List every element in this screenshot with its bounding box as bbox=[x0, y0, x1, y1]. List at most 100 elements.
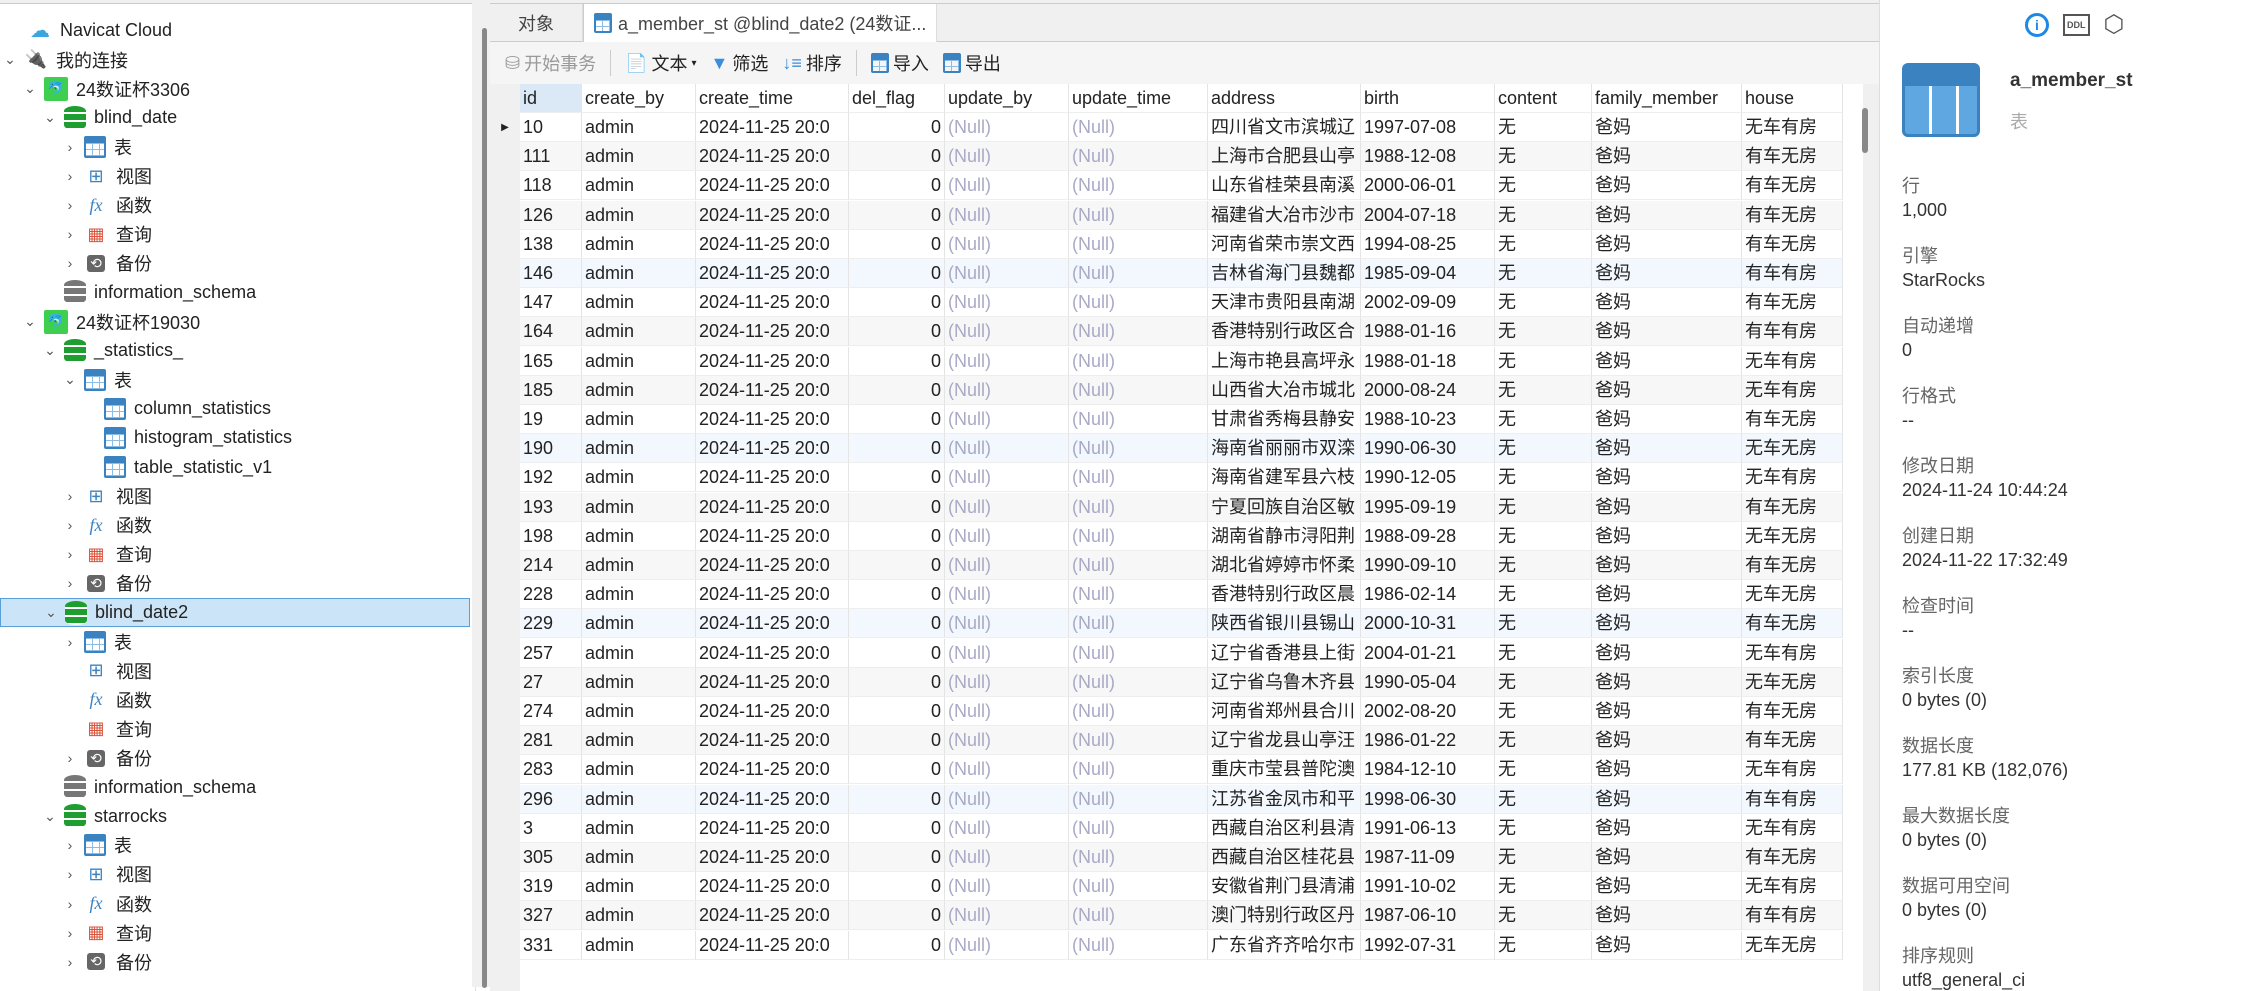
cell-family-member[interactable]: 爸妈 bbox=[1592, 726, 1742, 756]
cell-birth[interactable]: 1990-12-05 bbox=[1361, 463, 1495, 493]
cell-del-flag[interactable]: 0 bbox=[849, 317, 945, 347]
cell-family-member[interactable]: 爸妈 bbox=[1592, 200, 1742, 230]
cell-del-flag[interactable]: 0 bbox=[849, 609, 945, 639]
chevron-down-icon[interactable]: ⌄ bbox=[40, 808, 60, 825]
chevron-right-icon[interactable]: › bbox=[60, 575, 80, 591]
cell-family-member[interactable]: 爸妈 bbox=[1592, 638, 1742, 668]
cell-update-by[interactable]: (Null) bbox=[945, 288, 1069, 318]
cell-address[interactable]: 湖北省婷婷市怀柔 bbox=[1208, 551, 1361, 580]
cell-family-member[interactable]: 爸妈 bbox=[1592, 930, 1742, 960]
cell-update-by[interactable]: (Null) bbox=[945, 434, 1069, 464]
chevron-right-icon[interactable]: › bbox=[60, 255, 80, 271]
cell-del-flag[interactable]: 0 bbox=[849, 142, 945, 172]
cell-id[interactable]: 27 bbox=[520, 667, 582, 697]
cell-address[interactable]: 海南省建军县六枝 bbox=[1208, 463, 1361, 493]
cell-address[interactable]: 吉林省海门县魏都 bbox=[1208, 259, 1361, 288]
chevron-right-icon[interactable]: › bbox=[60, 546, 80, 562]
cell-address[interactable]: 四川省文市滨城辽 bbox=[1208, 113, 1361, 142]
sidebar-scrollbar-thumb[interactable] bbox=[482, 28, 487, 988]
cell-create-by[interactable]: admin bbox=[582, 434, 696, 464]
table-row[interactable]: 214 admin 2024-11-25 20:0 0 (Null) (Null) 湖北省婷… bbox=[520, 551, 1843, 580]
cell-create-by[interactable]: admin bbox=[582, 259, 696, 288]
begin-transaction-button[interactable]: ⛁ 开始事务 bbox=[505, 50, 596, 76]
cell-create-time[interactable]: 2024-11-25 20:0 bbox=[696, 171, 849, 201]
cell-update-by[interactable]: (Null) bbox=[945, 930, 1069, 960]
cell-del-flag[interactable]: 0 bbox=[849, 901, 945, 931]
cell-birth[interactable]: 1990-06-30 bbox=[1361, 434, 1495, 464]
tree-item-column-statistics[interactable]: column_statistics bbox=[0, 394, 470, 423]
cell-del-flag[interactable]: 0 bbox=[849, 200, 945, 230]
cell-update-time[interactable]: (Null) bbox=[1069, 521, 1208, 551]
ddl-icon[interactable]: DDL bbox=[2063, 13, 2090, 36]
tree-item-24-19030[interactable]: ⌄ 🐬 24数证杯19030 bbox=[0, 307, 470, 336]
cell-create-time[interactable]: 2024-11-25 20:0 bbox=[696, 434, 849, 464]
cell-update-by[interactable]: (Null) bbox=[945, 901, 1069, 931]
column-header-id[interactable]: id bbox=[520, 84, 582, 113]
cell-content[interactable]: 无 bbox=[1495, 405, 1592, 434]
cell-family-member[interactable]: 爸妈 bbox=[1592, 813, 1742, 843]
tree-item-[interactable]: › ▦ 查询 bbox=[0, 220, 470, 249]
cell-create-time[interactable]: 2024-11-25 20:0 bbox=[696, 843, 849, 872]
table-row[interactable]: 283 admin 2024-11-25 20:0 0 (Null) (Null) 重庆市莹… bbox=[520, 755, 1843, 785]
cell-update-time[interactable]: (Null) bbox=[1069, 405, 1208, 434]
cell-create-by[interactable]: admin bbox=[582, 638, 696, 668]
chevron-down-icon[interactable]: ⌄ bbox=[40, 109, 60, 126]
cell-birth[interactable]: 1994-08-25 bbox=[1361, 229, 1495, 259]
tree-item-[interactable]: › 表 bbox=[0, 627, 470, 656]
cell-update-by[interactable]: (Null) bbox=[945, 113, 1069, 142]
cell-update-time[interactable]: (Null) bbox=[1069, 434, 1208, 464]
cell-house[interactable]: 无车有房 bbox=[1742, 463, 1843, 493]
cell-create-time[interactable]: 2024-11-25 20:0 bbox=[696, 259, 849, 288]
cell-family-member[interactable]: 爸妈 bbox=[1592, 229, 1742, 259]
cell-update-time[interactable]: (Null) bbox=[1069, 463, 1208, 493]
cell-create-time[interactable]: 2024-11-25 20:0 bbox=[696, 872, 849, 902]
cell-birth[interactable]: 1990-09-10 bbox=[1361, 551, 1495, 580]
cell-update-by[interactable]: (Null) bbox=[945, 667, 1069, 697]
cell-update-time[interactable]: (Null) bbox=[1069, 843, 1208, 872]
tree-item-24-3306[interactable]: ⌄ 🐬 24数证杯3306 bbox=[0, 74, 470, 103]
cell-del-flag[interactable]: 0 bbox=[849, 259, 945, 288]
table-row[interactable]: 198 admin 2024-11-25 20:0 0 (Null) (Null) 湖南省静… bbox=[520, 521, 1843, 551]
cell-family-member[interactable]: 爸妈 bbox=[1592, 784, 1742, 814]
cell-del-flag[interactable]: 0 bbox=[849, 667, 945, 697]
table-row[interactable]: 19 admin 2024-11-25 20:0 0 (Null) (Null) 甘肃省秀梅… bbox=[520, 405, 1843, 434]
cell-content[interactable]: 无 bbox=[1495, 580, 1592, 610]
chevron-right-icon[interactable]: › bbox=[60, 139, 80, 155]
chevron-down-icon[interactable]: ⌄ bbox=[0, 51, 20, 68]
cell-family-member[interactable]: 爸妈 bbox=[1592, 521, 1742, 551]
cell-house[interactable]: 有车无房 bbox=[1742, 288, 1843, 318]
cell-id[interactable]: 229 bbox=[520, 609, 582, 639]
cell-birth[interactable]: 2002-09-09 bbox=[1361, 288, 1495, 318]
cell-update-time[interactable]: (Null) bbox=[1069, 726, 1208, 756]
cell-birth[interactable]: 1985-09-04 bbox=[1361, 259, 1495, 288]
filter-button[interactable]: ▼ 筛选 bbox=[711, 50, 769, 76]
cell-create-by[interactable]: admin bbox=[582, 463, 696, 493]
cell-del-flag[interactable]: 0 bbox=[849, 113, 945, 142]
cell-content[interactable]: 无 bbox=[1495, 113, 1592, 142]
cell-create-by[interactable]: admin bbox=[582, 229, 696, 259]
cell-address[interactable]: 上海市艳县高坪永 bbox=[1208, 346, 1361, 376]
cell-address[interactable]: 香港特别行政区晨 bbox=[1208, 580, 1361, 610]
cell-id[interactable]: 283 bbox=[520, 755, 582, 785]
cell-house[interactable]: 无车有房 bbox=[1742, 346, 1843, 376]
cell-content[interactable]: 无 bbox=[1495, 784, 1592, 814]
cell-content[interactable]: 无 bbox=[1495, 697, 1592, 726]
cell-create-by[interactable]: admin bbox=[582, 521, 696, 551]
cell-create-time[interactable]: 2024-11-25 20:0 bbox=[696, 551, 849, 580]
cell-address[interactable]: 河南省荣市崇文西 bbox=[1208, 229, 1361, 259]
cell-family-member[interactable]: 爸妈 bbox=[1592, 463, 1742, 493]
cell-update-time[interactable]: (Null) bbox=[1069, 930, 1208, 960]
cell-family-member[interactable]: 爸妈 bbox=[1592, 405, 1742, 434]
tree-item-table-statistic-v1[interactable]: table_statistic_v1 bbox=[0, 453, 470, 482]
table-row[interactable]: 3 admin 2024-11-25 20:0 0 (Null) (Null) 西藏自治区利… bbox=[520, 813, 1843, 843]
tree-item-[interactable]: ▦ 查询 bbox=[0, 714, 470, 743]
cell-birth[interactable]: 1991-06-13 bbox=[1361, 813, 1495, 843]
tree-item-[interactable]: › ▦ 查询 bbox=[0, 918, 470, 947]
table-row[interactable]: 111 admin 2024-11-25 20:0 0 (Null) (Null) 上海市合… bbox=[520, 142, 1843, 172]
cell-birth[interactable]: 1984-12-10 bbox=[1361, 755, 1495, 785]
cell-update-by[interactable]: (Null) bbox=[945, 551, 1069, 580]
cell-address[interactable]: 辽宁省香港县上街 bbox=[1208, 638, 1361, 668]
cell-family-member[interactable]: 爸妈 bbox=[1592, 346, 1742, 376]
cell-create-by[interactable]: admin bbox=[582, 755, 696, 785]
cell-family-member[interactable]: 爸妈 bbox=[1592, 492, 1742, 522]
